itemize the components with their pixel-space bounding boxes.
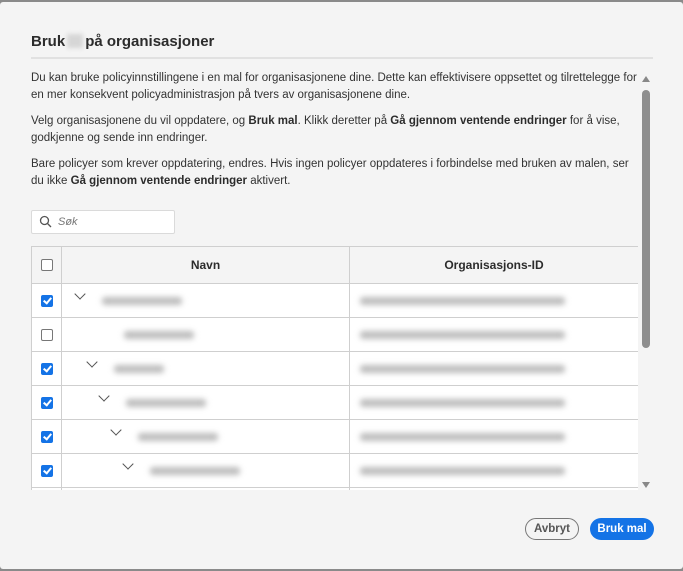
scrollbar[interactable] xyxy=(641,74,651,490)
table-row[interactable] xyxy=(31,386,638,420)
redacted-org-name xyxy=(102,296,182,305)
table-row[interactable] xyxy=(31,420,638,454)
cancel-button[interactable]: Avbryt xyxy=(525,518,579,540)
table-header: Navn Organisasjons-ID xyxy=(31,247,638,284)
org-id-cell xyxy=(350,454,638,487)
note-paragraph: Bare policyer som krever oppdatering, en… xyxy=(31,158,629,187)
org-id-cell xyxy=(350,284,638,317)
redacted-org-name xyxy=(138,432,218,441)
chevron-down-icon[interactable] xyxy=(86,356,98,368)
redacted-org-name xyxy=(150,466,240,475)
scroll-up-icon[interactable] xyxy=(642,76,650,82)
divider xyxy=(31,57,653,59)
table-row[interactable] xyxy=(31,352,638,386)
name-cell xyxy=(62,318,350,351)
select-all-checkbox[interactable] xyxy=(40,259,53,271)
org-id-cell xyxy=(350,318,638,351)
chevron-down-icon[interactable] xyxy=(110,424,122,436)
redacted-org-id xyxy=(360,432,565,441)
chevron-down-icon[interactable] xyxy=(122,458,134,470)
redacted-org-name xyxy=(124,330,194,339)
row-checkbox[interactable] xyxy=(40,430,53,443)
scrollbar-thumb[interactable] xyxy=(642,90,650,348)
redacted-org-id xyxy=(360,330,565,339)
chevron-down-icon[interactable] xyxy=(74,288,86,300)
organizations-table: Navn Organisasjons-ID xyxy=(31,246,638,490)
redacted-org-id xyxy=(360,364,565,373)
search-field[interactable] xyxy=(31,210,175,234)
row-checkbox[interactable] xyxy=(40,396,53,409)
org-id-cell xyxy=(350,352,638,385)
row-checkbox[interactable] xyxy=(40,464,53,477)
redacted-template-name xyxy=(67,34,84,48)
redacted-org-id xyxy=(360,398,565,407)
row-checkbox[interactable] xyxy=(40,328,53,341)
intro-paragraph: Du kan bruke policyinnstillingene i en m… xyxy=(31,72,637,101)
chevron-down-icon[interactable] xyxy=(98,390,110,402)
instructions-paragraph: Velg organisasjonene du vil oppdatere, o… xyxy=(31,115,620,144)
search-icon xyxy=(39,215,52,228)
title-suffix: på organisasjoner xyxy=(85,33,215,50)
org-id-cell xyxy=(350,420,638,453)
org-id-cell xyxy=(350,386,638,419)
name-cell xyxy=(62,488,350,490)
table-row[interactable] xyxy=(31,454,638,488)
apply-template-dialog: Bruk på organisasjoner Du kan bruke polic… xyxy=(0,2,683,569)
column-header-name[interactable]: Navn xyxy=(62,247,350,283)
table-row[interactable] xyxy=(31,284,638,318)
redacted-org-id xyxy=(360,466,565,475)
redacted-org-name xyxy=(126,398,206,407)
redacted-org-name xyxy=(114,364,164,373)
name-cell xyxy=(62,284,350,317)
search-input[interactable] xyxy=(56,213,170,231)
name-cell xyxy=(62,454,350,487)
name-cell xyxy=(62,386,350,419)
row-checkbox[interactable] xyxy=(40,362,53,375)
name-cell xyxy=(62,420,350,453)
apply-template-button[interactable]: Bruk mal xyxy=(590,518,654,540)
title-prefix: Bruk xyxy=(31,33,66,50)
name-cell xyxy=(62,352,350,385)
org-id-cell xyxy=(350,488,638,490)
scroll-content: Du kan bruke policyinnstillingene i en m… xyxy=(31,70,638,490)
column-header-org-id[interactable]: Organisasjons-ID xyxy=(350,247,638,283)
dialog-title: Bruk på organisasjoner xyxy=(31,33,214,50)
redacted-org-id xyxy=(360,296,565,305)
table-row[interactable] xyxy=(31,318,638,352)
scroll-down-icon[interactable] xyxy=(642,482,650,488)
table-row[interactable] xyxy=(31,488,638,490)
row-checkbox[interactable] xyxy=(40,294,53,307)
